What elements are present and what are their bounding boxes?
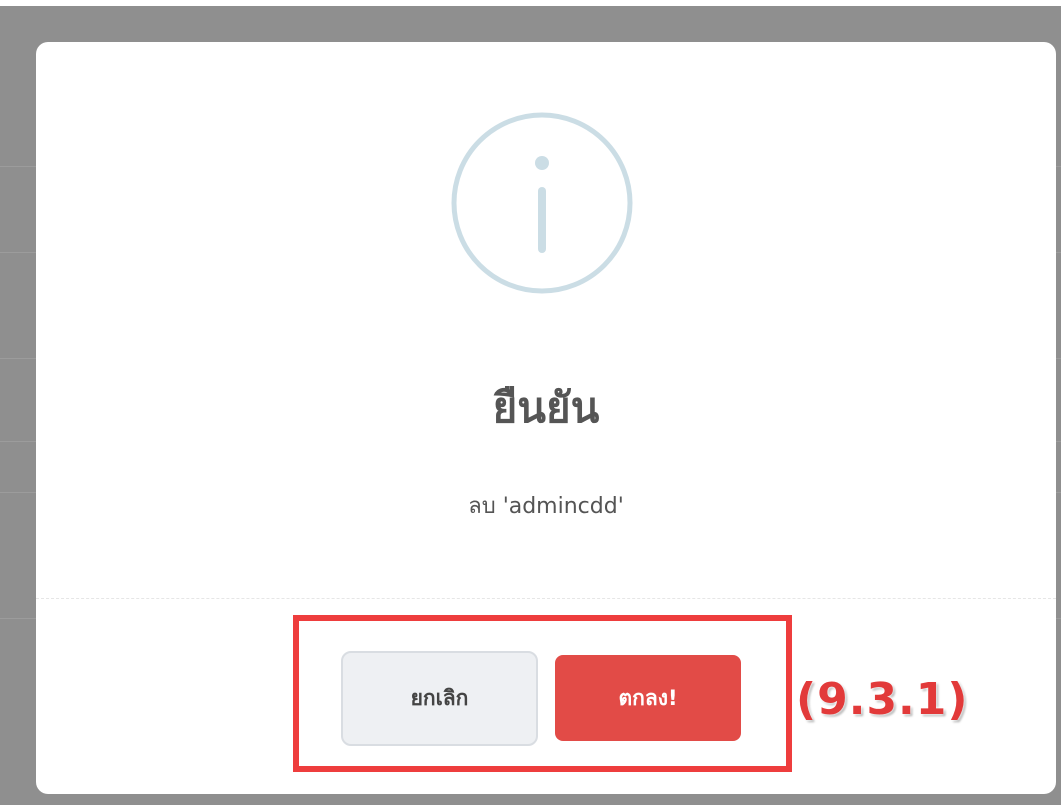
step-annotation-label: (9.3.1) [795,673,969,726]
info-icon [451,112,633,294]
dialog-message: ลบ 'admincdd' [468,494,624,519]
dialog-title: ยืนยัน [492,383,600,432]
annotation-highlight-box [293,615,792,772]
dialog-footer-divider [36,598,1056,599]
page-top-strip [0,0,1061,6]
